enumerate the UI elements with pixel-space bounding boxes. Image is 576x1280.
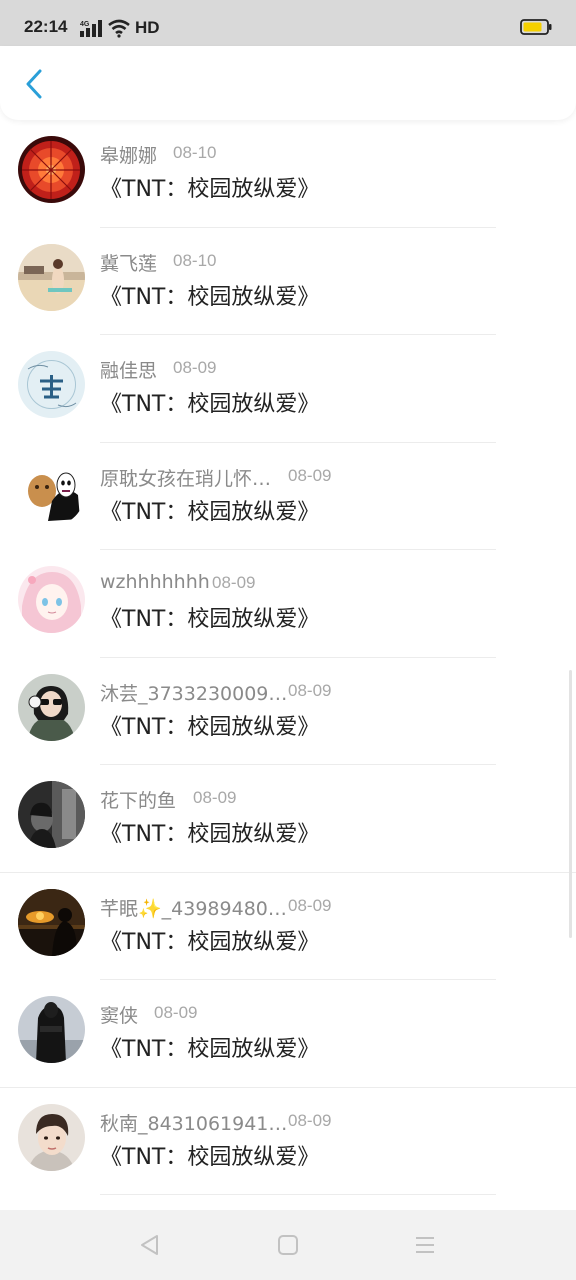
list-item[interactable]: 沐芸_3733230009… 08-09 《TNT：校园放纵爱》 — [0, 658, 576, 765]
hd-label: HD — [135, 18, 160, 37]
date: 08-10 — [173, 250, 217, 270]
username: 融佳思 — [100, 360, 158, 382]
list-item[interactable]: 融佳思 08-09 《TNT：校园放纵爱》 — [0, 335, 576, 443]
cartoon-faceless-avatar-image — [18, 458, 85, 526]
list-item[interactable]: 秋南_8431061941… 08-09 《TNT：校园放纵爱》 — [0, 1088, 576, 1195]
beach-girl-avatar-image — [18, 243, 85, 311]
avatar[interactable] — [18, 351, 85, 418]
date: 08-09 — [154, 1003, 198, 1022]
book-title: 《TNT：校园放纵爱》 — [100, 499, 320, 525]
list-item[interactable]: wzhhhhhhh 08-09 《TNT：校园放纵爱》 — [0, 550, 576, 658]
sunset-avatar-image — [18, 888, 85, 956]
date: 08-09 — [193, 788, 237, 807]
book-title: 《TNT：校园放纵爱》 — [100, 392, 320, 417]
red-flower-avatar-image — [18, 136, 85, 203]
back-button[interactable] — [14, 64, 54, 104]
date: 08-09 — [288, 680, 332, 700]
avatar[interactable] — [18, 1103, 85, 1171]
list-item[interactable]: 皋娜娜 08-10 《TNT：校园放纵爱》 — [0, 120, 576, 228]
avatar[interactable] — [18, 566, 85, 633]
cellular-signal-icon: 4G — [80, 20, 102, 37]
avatar[interactable] — [18, 458, 85, 526]
dark-figure-avatar-image — [18, 996, 85, 1063]
book-title: 《TNT：校园放纵爱》 — [100, 1037, 320, 1062]
system-nav-bar — [0, 1210, 576, 1280]
username: wzhhhhhhh — [100, 571, 210, 593]
anime-girl-avatar-image — [18, 566, 85, 633]
book-title: 《TNT：校园放纵爱》 — [100, 284, 320, 310]
avatar[interactable] — [18, 888, 85, 956]
girl-sunglasses-avatar-image — [18, 673, 85, 741]
dark-photo-avatar-image — [18, 781, 85, 848]
list-item[interactable]: 原耽女孩在琑儿怀… 08-09 《TNT：校园放纵爱》 — [0, 443, 576, 550]
date: 08-09 — [288, 895, 332, 915]
date: 08-09 — [288, 465, 332, 485]
username: 沐芸_3733230009… — [100, 682, 288, 705]
book-title: 《TNT：校园放纵爱》 — [100, 607, 320, 632]
list-item[interactable]: 花下的鱼 08-09 《TNT：校园放纵爱》 — [0, 765, 576, 873]
list-item[interactable]: 窦侠 08-09 《TNT：校园放纵爱》 — [0, 980, 576, 1088]
wifi-icon — [108, 19, 130, 38]
book-title: 《TNT：校园放纵爱》 — [100, 177, 320, 202]
date: 08-09 — [288, 1110, 332, 1130]
square-home-icon[interactable] — [275, 1232, 301, 1258]
username: 冀飞莲 — [100, 252, 158, 275]
scrollbar[interactable] — [569, 670, 572, 938]
avatar[interactable] — [18, 673, 85, 741]
username: 原耽女孩在琑儿怀… — [100, 467, 272, 490]
avatar[interactable] — [18, 996, 85, 1063]
menu-lines-icon[interactable] — [412, 1232, 438, 1258]
status-bar: 22:14 4G HD — [0, 0, 576, 46]
username: 秋南_8431061941… — [100, 1112, 288, 1135]
text-circle-avatar-image — [18, 351, 85, 418]
book-title: 《TNT：校园放纵爱》 — [100, 929, 320, 955]
divider — [100, 1194, 496, 1195]
username: 芊眠✨_43989480… — [100, 897, 287, 920]
status-time: 22:14 — [24, 17, 68, 36]
boy-portrait-avatar-image — [18, 1103, 85, 1171]
book-title: 《TNT：校园放纵爱》 — [100, 714, 320, 740]
book-title: 《TNT：校园放纵爱》 — [100, 1144, 320, 1170]
avatar[interactable] — [18, 781, 85, 848]
status-icons: 4G HD — [80, 17, 160, 39]
username: 花下的鱼 — [100, 790, 177, 812]
date: 08-09 — [212, 573, 256, 592]
username: 窦侠 — [100, 1005, 139, 1027]
username: 皋娜娜 — [100, 145, 158, 167]
network-type-label: 4G — [80, 21, 90, 28]
header — [0, 46, 576, 120]
date: 08-09 — [173, 358, 217, 377]
avatar[interactable] — [18, 243, 85, 311]
battery-icon — [520, 19, 552, 35]
book-title: 《TNT：校园放纵爱》 — [100, 822, 320, 847]
chevron-left-icon — [26, 69, 42, 99]
date: 08-10 — [173, 143, 217, 162]
list-item[interactable]: 芊眠✨_43989480… 08-09 《TNT：校园放纵爱》 — [0, 873, 576, 980]
reader-list[interactable]: 皋娜娜 08-10 《TNT：校园放纵爱》 冀飞莲 08-10 《TNT：校园放… — [0, 120, 576, 1210]
avatar[interactable] — [18, 136, 85, 203]
triangle-back-icon[interactable] — [137, 1232, 163, 1258]
list-item[interactable]: 冀飞莲 08-10 《TNT：校园放纵爱》 — [0, 228, 576, 335]
